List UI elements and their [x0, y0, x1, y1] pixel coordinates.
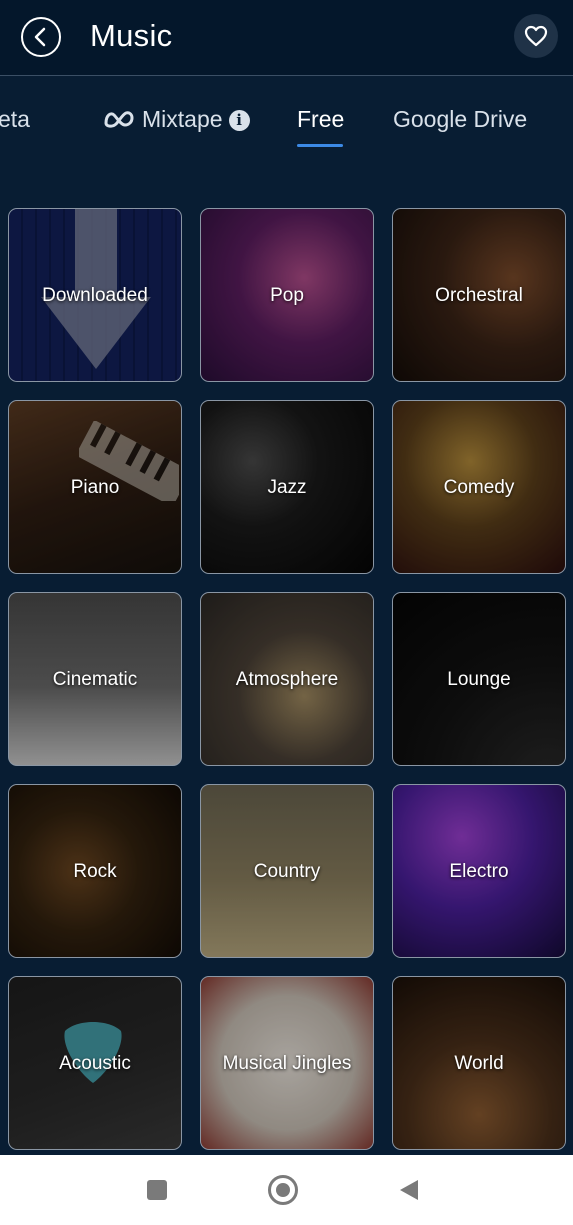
- category-tile-acoustic[interactable]: Acoustic: [8, 976, 182, 1150]
- meta-infinity-icon: [104, 111, 134, 128]
- category-tile-country[interactable]: Country: [200, 784, 374, 958]
- back-button[interactable]: [21, 17, 61, 57]
- category-label: World: [454, 1053, 504, 1074]
- category-label: Jazz: [267, 477, 307, 498]
- category-tile-lounge[interactable]: Lounge: [392, 592, 566, 766]
- category-label: Orchestral: [435, 285, 523, 306]
- category-label: Musical Jingles: [222, 1053, 352, 1074]
- source-tabs: eta Mixtape i Free Google Drive: [0, 77, 573, 167]
- category-tile-downloaded[interactable]: Downloaded: [8, 208, 182, 382]
- category-tile-rock[interactable]: Rock: [8, 784, 182, 958]
- app-header: Music: [0, 0, 573, 76]
- category-label: Comedy: [443, 477, 515, 498]
- tab-label: Mixtape: [142, 106, 223, 132]
- category-label: Cinematic: [52, 669, 138, 690]
- category-tile-atmosphere[interactable]: Atmosphere: [200, 592, 374, 766]
- category-tile-pop[interactable]: Pop: [200, 208, 374, 382]
- category-label: Downloaded: [42, 285, 148, 306]
- category-label: Pop: [270, 285, 304, 306]
- tab-label: Google Drive: [393, 106, 528, 132]
- category-tile-cinematic[interactable]: Cinematic: [8, 592, 182, 766]
- system-navigation-bar: [0, 1155, 573, 1225]
- square-icon[interactable]: [147, 1180, 167, 1200]
- tab-meta[interactable]: eta: [0, 106, 30, 133]
- category-label: Piano: [70, 477, 120, 498]
- chevron-left-icon: [34, 27, 46, 47]
- category-tile-world[interactable]: World: [392, 976, 566, 1150]
- category-tile-orchestral[interactable]: Orchestral: [392, 208, 566, 382]
- category-label: Atmosphere: [235, 669, 339, 690]
- info-icon[interactable]: i: [228, 110, 250, 131]
- category-tile-jazz[interactable]: Jazz: [200, 400, 374, 574]
- category-label: Lounge: [447, 669, 511, 690]
- category-tile-comedy[interactable]: Comedy: [392, 400, 566, 574]
- page-title: Music: [90, 18, 173, 53]
- favorites-button[interactable]: [514, 14, 558, 58]
- category-tile-piano[interactable]: Piano: [8, 400, 182, 574]
- selected-tab-indicator: [297, 144, 343, 147]
- category-label: Country: [253, 861, 321, 882]
- category-label: Electro: [449, 861, 509, 882]
- category-label: Rock: [73, 861, 117, 882]
- tab-label: Free: [297, 106, 345, 132]
- tab-label: eta: [0, 106, 30, 132]
- category-tile-electro[interactable]: Electro: [392, 784, 566, 958]
- category-tile-musical-jingles[interactable]: Musical Jingles: [200, 976, 374, 1150]
- category-label: Acoustic: [59, 1053, 131, 1074]
- tab-mixtape[interactable]: Mixtape i: [102, 106, 250, 133]
- heart-icon: [524, 25, 548, 47]
- triangle-back-icon[interactable]: [398, 1178, 420, 1202]
- tab-free[interactable]: Free: [297, 106, 344, 133]
- home-circle-icon[interactable]: [268, 1175, 298, 1205]
- tab-google-drive[interactable]: Google Drive: [393, 106, 527, 133]
